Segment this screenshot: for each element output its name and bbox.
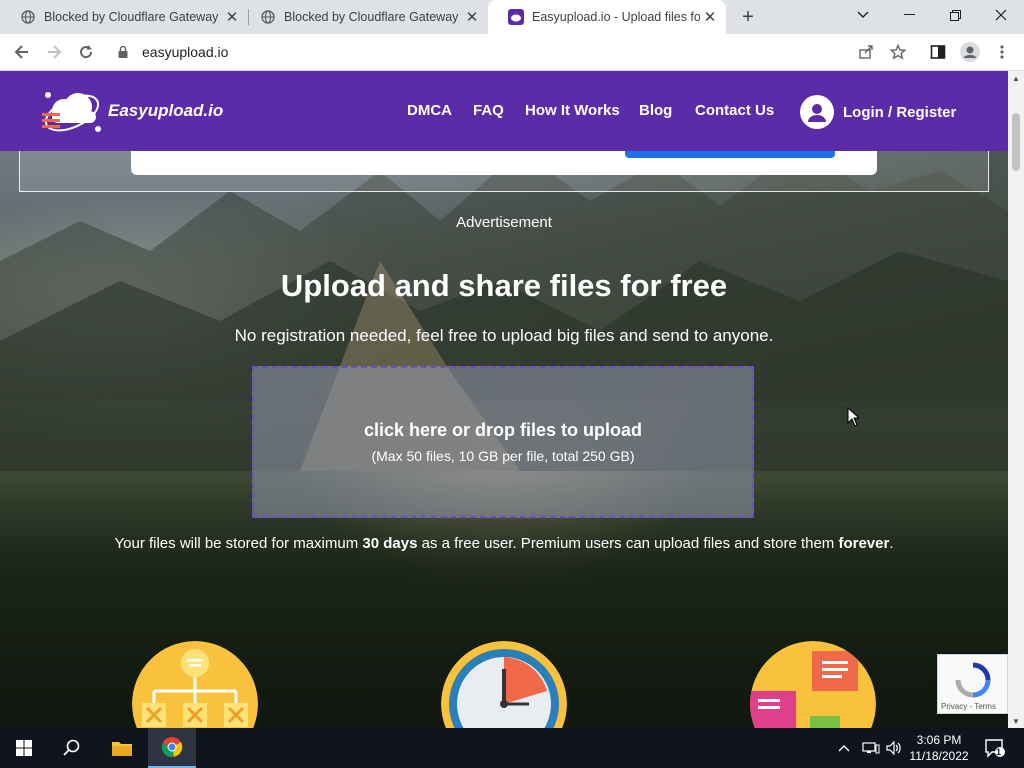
nav-dmca[interactable]: DMCA	[407, 102, 452, 119]
notice-text: as a free user. Premium users can upload…	[417, 535, 839, 552]
close-window-button[interactable]	[978, 0, 1024, 30]
menu-kebab-icon[interactable]	[988, 38, 1016, 66]
scrollbar-thumb[interactable]	[1012, 113, 1020, 171]
hero-subtitle: No registration needed, feel free to upl…	[234, 326, 774, 345]
lock-icon[interactable]	[118, 46, 134, 58]
globe-icon	[20, 9, 36, 25]
restore-button[interactable]	[932, 0, 978, 30]
profile-avatar-icon[interactable]	[956, 38, 984, 66]
network-icon[interactable]	[862, 728, 880, 768]
dropzone-main-text: click here or drop files to upload	[363, 420, 643, 440]
nav-how-it-works[interactable]: How It Works	[525, 102, 620, 119]
nav-faq[interactable]: FAQ	[473, 102, 504, 119]
windows-start-icon[interactable]	[0, 728, 48, 768]
clock-date: 11/18/2022	[909, 749, 969, 763]
ad-button[interactable]	[625, 151, 835, 158]
notice-days: 30 days	[362, 535, 418, 552]
scroll-up-icon[interactable]: ▲	[1008, 71, 1024, 85]
notice-forever: forever	[838, 535, 890, 552]
volume-icon[interactable]	[886, 728, 902, 768]
clock-time: 3:06 PM	[916, 733, 962, 747]
site-header: Easyupload.io DMCA FAQ How It Works Blog…	[0, 71, 1008, 151]
back-arrow-icon[interactable]	[8, 38, 36, 66]
advertisement-label: Advertisement	[456, 214, 552, 231]
forward-arrow-icon[interactable]	[40, 38, 68, 66]
close-tab-icon[interactable]: ✕	[700, 7, 720, 27]
user-avatar-icon	[800, 95, 834, 129]
address-bar[interactable]: easyupload.io	[108, 38, 918, 66]
reload-icon[interactable]	[72, 38, 100, 66]
windows-taskbar: 3:06 PM 11/18/2022 1	[0, 728, 1024, 768]
scroll-down-icon[interactable]: ▼	[1008, 714, 1024, 728]
chrome-taskbar-icon[interactable]	[148, 728, 196, 768]
nav-contact-us[interactable]: Contact Us	[695, 102, 774, 119]
ad-inner-panel	[131, 151, 877, 175]
share-icon[interactable]	[852, 38, 880, 66]
tab-title: Blocked by Cloudflare Gateway	[284, 10, 459, 24]
url-text: easyupload.io	[142, 44, 229, 60]
page-viewport: Easyupload.io DMCA FAQ How It Works Blog…	[0, 71, 1008, 728]
search-icon[interactable]	[48, 728, 96, 768]
recaptcha-badge[interactable]: Privacy - Terms	[937, 654, 1008, 714]
dropzone-limits-text: (Max 50 files, 10 GB per file, total 250…	[371, 448, 635, 464]
ad-container	[19, 151, 989, 192]
mouse-cursor-icon	[847, 407, 861, 427]
login-register-link[interactable]: Login / Register	[800, 95, 956, 129]
hero-title: Upload and share files for free	[280, 268, 728, 303]
recaptcha-icon	[955, 662, 991, 698]
file-explorer-icon[interactable]	[98, 728, 146, 768]
globe-icon	[260, 9, 276, 25]
login-register-label: Login / Register	[843, 103, 957, 121]
browser-toolbar: easyupload.io	[0, 34, 1024, 71]
tab-title: Easyupload.io - Upload files for f	[532, 10, 700, 24]
upload-dropzone[interactable]: click here or drop files to upload (Max …	[252, 366, 754, 518]
close-tab-icon[interactable]: ✕	[462, 7, 482, 27]
recaptcha-terms[interactable]: Privacy - Terms	[941, 702, 996, 711]
logo-text: Easyupload.io	[108, 101, 224, 120]
system-clock[interactable]: 3:06 PM 11/18/2022	[904, 732, 974, 764]
page-scrollbar[interactable]: ▲ ▼	[1008, 71, 1024, 728]
easyupload-favicon-icon	[508, 9, 524, 25]
notice-text: .	[889, 535, 894, 552]
minimize-button[interactable]	[886, 0, 932, 30]
notification-center-icon[interactable]: 1	[984, 728, 1006, 768]
tab-search-icon[interactable]	[840, 0, 886, 30]
close-tab-icon[interactable]: ✕	[222, 7, 242, 27]
tab-strip: Blocked by Cloudflare Gateway ✕ Blocked …	[0, 0, 1024, 34]
side-panel-icon[interactable]	[924, 38, 952, 66]
show-hidden-icons[interactable]	[838, 728, 850, 768]
nav-blog[interactable]: Blog	[639, 102, 672, 119]
storage-notice: Your files will be stored for maximum 30…	[0, 535, 1008, 552]
cloud-logo-icon	[42, 92, 101, 132]
tab-3-active[interactable]: Easyupload.io - Upload files for f ✕	[488, 0, 726, 34]
tab-2[interactable]: Blocked by Cloudflare Gateway ✕	[240, 0, 488, 34]
notification-count: 1	[996, 747, 1002, 757]
tab-1[interactable]: Blocked by Cloudflare Gateway ✕	[0, 0, 248, 34]
notice-text: Your files will be stored for maximum	[114, 535, 363, 552]
tab-title: Blocked by Cloudflare Gateway	[44, 10, 219, 24]
new-tab-button[interactable]: +	[736, 5, 760, 29]
bookmark-star-icon[interactable]	[884, 38, 912, 66]
site-logo[interactable]: Easyupload.io	[40, 83, 230, 139]
